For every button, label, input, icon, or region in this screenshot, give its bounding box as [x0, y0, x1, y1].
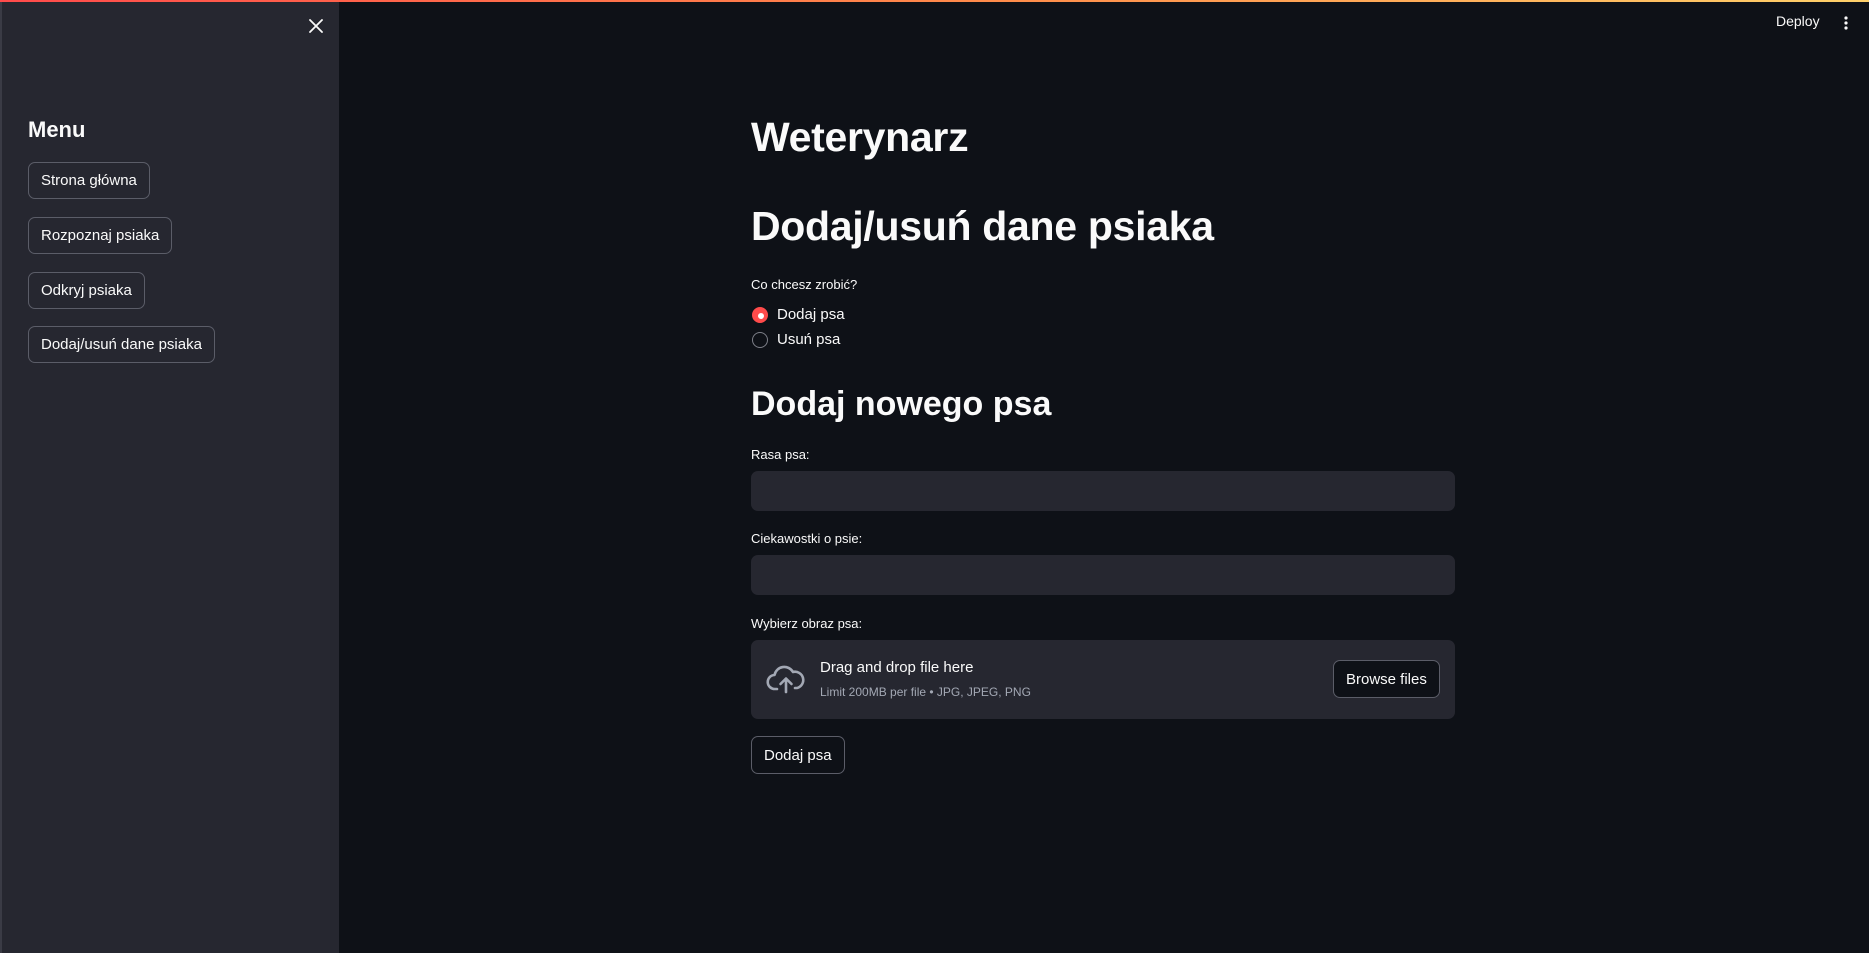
sidebar-item-dodaj-usun[interactable]: Dodaj/usuń dane psiaka: [28, 326, 215, 363]
close-icon: [309, 19, 323, 33]
dropzone-title: Drag and drop file here: [820, 659, 974, 676]
sidebar-item-odkryj-psiaka[interactable]: Odkryj psiaka: [28, 272, 145, 309]
sidebar-item-rozpoznaj-psiaka[interactable]: Rozpoznaj psiaka: [28, 217, 173, 254]
page-title: Weterynarz: [751, 114, 969, 160]
radio-usun-psa[interactable]: Usuń psa: [752, 331, 840, 348]
form-title: Dodaj nowego psa: [751, 385, 1052, 423]
image-label: Wybierz obraz psa:: [751, 616, 863, 631]
sidebar: Menu Strona główna Rozpoznaj psiaka Odkr…: [0, 0, 339, 953]
breed-input[interactable]: [751, 471, 1455, 511]
radio-indicator[interactable]: [752, 331, 768, 348]
facts-label: Ciekawostki o psie:: [751, 531, 863, 546]
page-subtitle: Dodaj/usuń dane psiaka: [751, 203, 1214, 249]
add-dog-button[interactable]: Dodaj psa: [751, 736, 845, 774]
dropzone-limit: Limit 200MB per file • JPG, JPEG, PNG: [820, 685, 1031, 699]
sidebar-item-strona-glowna[interactable]: Strona główna: [28, 162, 150, 199]
radio-indicator-checked[interactable]: [752, 306, 768, 323]
sidebar-title: Menu: [28, 117, 86, 142]
radio-dodaj-psa[interactable]: Dodaj psa: [752, 306, 845, 323]
radio-label: Dodaj psa: [777, 306, 845, 323]
file-dropzone[interactable]: Drag and drop file here Limit 200MB per …: [751, 640, 1455, 719]
cloud-upload-icon: [766, 665, 805, 694]
main-menu-button[interactable]: [1838, 12, 1854, 34]
radio-label: Usuń psa: [777, 331, 841, 348]
close-sidebar-button[interactable]: [304, 14, 328, 38]
action-question-label: Co chcesz zrobić?: [751, 277, 858, 292]
breed-label: Rasa psa:: [751, 447, 810, 462]
browse-files-button[interactable]: Browse files: [1333, 660, 1440, 698]
deploy-button[interactable]: Deploy: [1776, 13, 1820, 29]
top-accent-bar: [0, 0, 1869, 2]
kebab-menu-icon: [1844, 16, 1848, 30]
facts-input[interactable]: [751, 555, 1455, 595]
